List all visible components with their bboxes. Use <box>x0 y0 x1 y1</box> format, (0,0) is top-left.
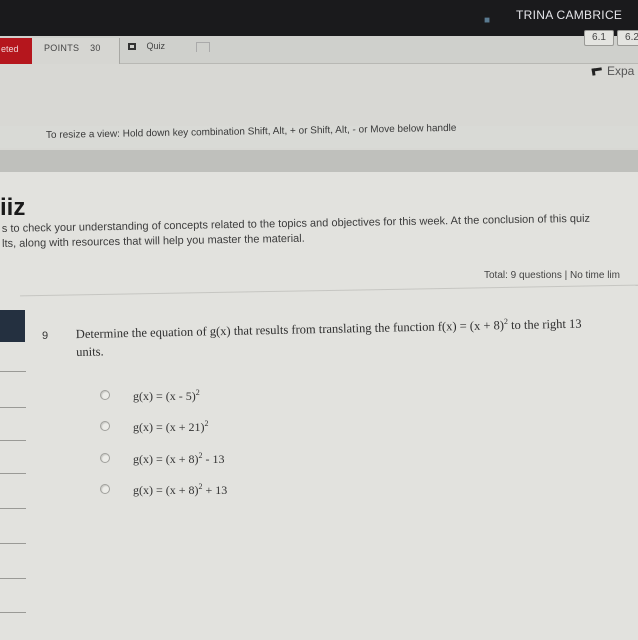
question-nav-item[interactable] <box>0 543 26 544</box>
points-tab: POINTS 30 <box>32 38 120 64</box>
answer-label: g(x) = (x + 8)2 + 13 <box>133 482 227 498</box>
tab-quiz[interactable]: Quiz <box>122 38 198 60</box>
expand-label: Expa <box>607 64 635 78</box>
question-nav-item[interactable] <box>0 473 26 474</box>
answer-text-tail: - 13 <box>202 452 225 466</box>
radio-button[interactable] <box>100 484 110 494</box>
question-nav-item[interactable] <box>0 371 26 372</box>
answer-text: g(x) = (x + 21) <box>133 420 205 434</box>
answer-text: g(x) = (x + 8) <box>133 483 199 497</box>
question-nav-item[interactable] <box>0 578 26 579</box>
question-text-post: to the right 13 <box>507 316 582 333</box>
tab-bar: eted POINTS 30 Quiz <box>0 36 638 64</box>
points-value: 30 <box>90 43 101 53</box>
quiz-icon <box>128 43 136 50</box>
answer-exponent: 2 <box>204 419 209 428</box>
tab-completed[interactable]: eted <box>0 38 32 64</box>
page-chip-6-2[interactable]: 6.2 <box>617 30 638 46</box>
expand-icon <box>591 67 603 76</box>
answer-label: g(x) = (x + 21)2 <box>133 419 209 435</box>
question-nav-current[interactable] <box>0 310 25 342</box>
answer-text-tail: + 13 <box>202 483 228 497</box>
answer-text: g(x) = (x - 5) <box>133 389 196 403</box>
user-name[interactable]: TRINA CAMBRICE <box>516 8 622 22</box>
page-chip-6-1[interactable]: 6.1 <box>584 30 614 46</box>
answer-option[interactable]: g(x) = (x - 5)2 <box>100 388 200 404</box>
question-nav-item[interactable] <box>0 508 26 509</box>
points-label: POINTS <box>44 43 80 53</box>
tab-quiz-label: Quiz <box>146 41 166 51</box>
expand-button[interactable]: Expa <box>591 64 635 78</box>
question-number: 9 <box>42 330 49 342</box>
answer-option[interactable]: g(x) = (x + 8)2 - 13 <box>100 451 225 467</box>
page-title: iiz <box>0 194 26 221</box>
answer-exponent: 2 <box>195 388 200 397</box>
question-nav-item[interactable] <box>0 440 26 441</box>
answer-option[interactable]: g(x) = (x + 8)2 + 13 <box>100 482 227 498</box>
radio-button[interactable] <box>100 453 110 463</box>
top-bar: ■ TRINA CAMBRICE <box>0 0 638 36</box>
user-icon[interactable]: ■ <box>484 15 498 27</box>
answer-text: g(x) = (x + 8) <box>133 452 199 466</box>
radio-button[interactable] <box>100 390 110 400</box>
question-nav-item[interactable] <box>0 612 26 613</box>
flag-icon[interactable] <box>196 42 210 52</box>
answer-option[interactable]: g(x) = (x + 21)2 <box>100 419 209 435</box>
radio-button[interactable] <box>100 421 110 431</box>
answer-label: g(x) = (x - 5)2 <box>133 388 200 404</box>
question-nav-item[interactable] <box>0 407 26 408</box>
quiz-total-info: Total: 9 questions | No time lim <box>484 270 620 281</box>
answer-label: g(x) = (x + 8)2 - 13 <box>133 451 225 467</box>
resize-handle[interactable] <box>0 150 638 172</box>
